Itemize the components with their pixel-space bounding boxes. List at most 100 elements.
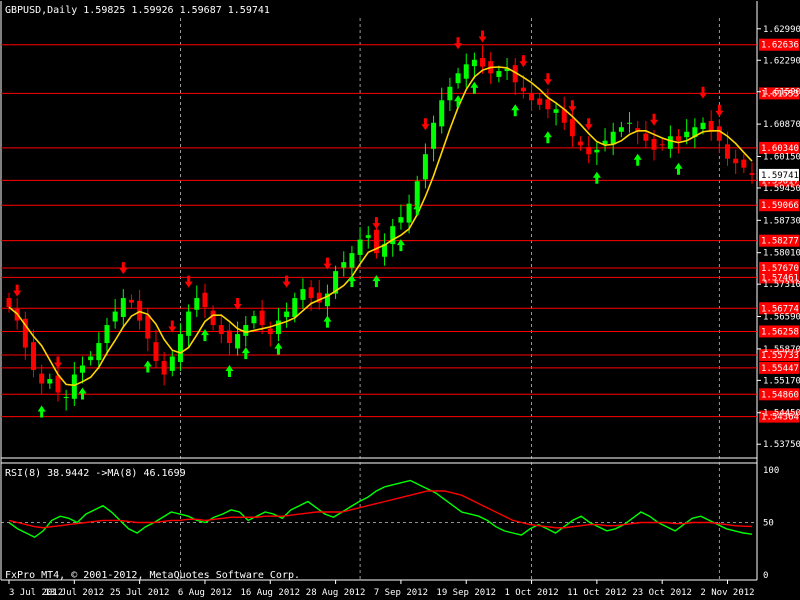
candle-body: [341, 262, 347, 268]
candle-body: [733, 158, 739, 164]
candle-body: [545, 99, 551, 110]
candle-body: [104, 325, 110, 344]
candle-body: [308, 287, 314, 299]
y-tick-label: 1.59450: [763, 184, 800, 194]
candle-body: [145, 315, 151, 339]
x-tick-label: 13 Jul 2012: [45, 588, 105, 598]
y-tick-label: 1.61590: [763, 88, 800, 98]
y-tick-label: 1.60870: [763, 120, 800, 130]
candle-body: [406, 203, 412, 223]
candle-body: [88, 356, 94, 361]
candle-body: [275, 320, 281, 335]
candle-body: [676, 136, 682, 141]
x-tick-label: 16 Aug 2012: [240, 588, 300, 598]
level-tag-label: 1.59066: [761, 201, 799, 211]
candle-body: [300, 289, 306, 300]
candle-body: [422, 154, 428, 180]
candle-body: [627, 122, 633, 124]
candle-body: [700, 122, 706, 130]
y-tick-label: 1.58730: [763, 216, 800, 226]
candle-body: [96, 343, 102, 361]
candle-body: [186, 311, 192, 336]
y-tick-label: 1.58010: [763, 249, 800, 259]
candle-body: [431, 122, 437, 149]
candle-body: [128, 299, 134, 303]
candle-body: [357, 239, 363, 255]
candle-body: [169, 356, 175, 371]
y-tick-label: 1.56590: [763, 313, 800, 323]
candle-body: [284, 311, 290, 317]
level-tag-label: 1.62636: [761, 41, 799, 51]
y-tick-label: 1.55870: [763, 345, 800, 355]
candle-body: [6, 298, 12, 308]
candle-body: [569, 119, 575, 137]
rsi-tick-label: 50: [763, 519, 774, 529]
candle-body: [684, 131, 690, 138]
candle-body: [243, 325, 249, 336]
x-tick-label: 19 Sep 2012: [436, 588, 496, 598]
candle-body: [447, 86, 453, 101]
y-tick-label: 1.53750: [763, 440, 800, 450]
level-tag-label: 1.55447: [761, 364, 799, 374]
candle-body: [30, 342, 36, 371]
rsi-label: RSI(8) 38.9442 ->MA(8) 46.1699: [5, 468, 186, 479]
candle-body: [749, 173, 755, 175]
candle-body: [455, 73, 461, 84]
candle-body: [659, 144, 665, 146]
y-tick-label: 1.55170: [763, 376, 800, 386]
level-tag-label: 1.58277: [761, 237, 799, 247]
candle-body: [235, 334, 241, 349]
chart-title: GBPUSD,Daily 1.59825 1.59926 1.59687 1.5…: [5, 5, 270, 16]
current-price-label: 1.59741: [761, 171, 799, 181]
candle-body: [120, 298, 126, 317]
x-tick-label: 28 Aug 2012: [306, 588, 366, 598]
candle-body: [610, 131, 616, 145]
y-tick-label: 1.54450: [763, 409, 800, 419]
candle-body: [529, 93, 535, 101]
candle-body: [716, 126, 722, 141]
y-tick-label: 1.62290: [763, 56, 800, 66]
candle-body: [210, 310, 216, 326]
candle-body: [553, 109, 559, 113]
candle-body: [520, 87, 526, 92]
candle-body: [292, 298, 298, 317]
candle-body: [153, 342, 159, 362]
candle-body: [471, 59, 477, 67]
candle-body: [537, 98, 543, 105]
candle-body: [594, 149, 600, 153]
candle-body: [439, 100, 445, 127]
y-tick-label: 1.60150: [763, 152, 800, 162]
candle-body: [218, 325, 224, 335]
x-tick-label: 11 Oct 2012: [567, 588, 627, 598]
chart-background: [0, 0, 800, 600]
candle-body: [618, 127, 624, 132]
candle-body: [79, 365, 85, 373]
candle-body: [365, 235, 371, 238]
x-tick-label: 25 Jul 2012: [110, 588, 170, 598]
x-tick-label: 2 Nov 2012: [700, 588, 754, 598]
candle-body: [414, 181, 420, 206]
candle-body: [63, 397, 69, 399]
chart-root: 1.626361.615531.603401.596171.590661.582…: [0, 0, 800, 600]
rsi-tick-label: 0: [763, 571, 768, 581]
x-tick-label: 6 Aug 2012: [178, 588, 232, 598]
candle-body: [161, 361, 167, 375]
candle-body: [496, 71, 502, 77]
candle-body: [202, 292, 208, 308]
candle-body: [267, 328, 273, 335]
candle-body: [667, 136, 673, 149]
x-tick-label: 1 Oct 2012: [504, 588, 558, 598]
candle-body: [137, 300, 143, 321]
level-tag-label: 1.54860: [761, 390, 799, 400]
candle-body: [226, 330, 232, 344]
candle-body: [741, 159, 747, 168]
x-tick-label: 7 Sep 2012: [374, 588, 428, 598]
candle-body: [578, 141, 584, 146]
candle-body: [47, 379, 53, 384]
x-tick-label: 23 Oct 2012: [632, 588, 692, 598]
y-tick-label: 1.57310: [763, 280, 800, 290]
candle-body: [349, 253, 355, 268]
candle-body: [194, 298, 200, 310]
candle-body: [586, 147, 592, 155]
y-tick-label: 1.62990: [763, 25, 800, 35]
